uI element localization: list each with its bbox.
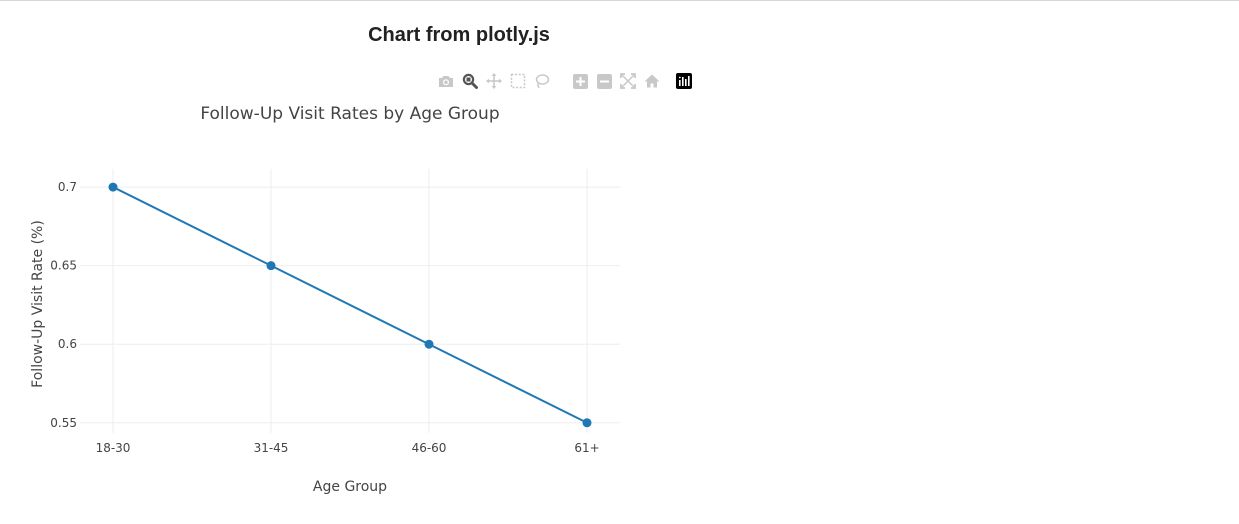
x-axis-title: Age Group [313,479,387,495]
y-axis-title: Follow-Up Visit Rate (%) [30,220,46,388]
y-tick-label: 0.7 [58,180,77,194]
series-line [112,186,588,424]
y-tick-label: 0.55 [50,416,77,430]
x-tick-label: 31-45 [254,441,289,455]
data-point[interactable] [424,339,434,349]
x-tick-label: 61+ [574,441,599,455]
x-tick-label: 18-30 [96,441,131,455]
data-point[interactable] [108,182,118,192]
series-layer [108,182,592,428]
y-tick-label: 0.65 [50,259,77,273]
chart-title: Follow-Up Visit Rates by Age Group [200,104,499,124]
chart: Follow-Up Visit Rates by Age Group 0.550… [30,104,620,495]
y-tick-label: 0.6 [58,337,77,351]
grid [80,169,620,433]
data-point[interactable] [266,261,276,271]
data-point[interactable] [582,418,592,428]
tick-labels: 0.55 0.6 0.65 0.7 18-30 31-45 46-60 61+ [50,180,599,455]
x-tick-label: 46-60 [412,441,447,455]
